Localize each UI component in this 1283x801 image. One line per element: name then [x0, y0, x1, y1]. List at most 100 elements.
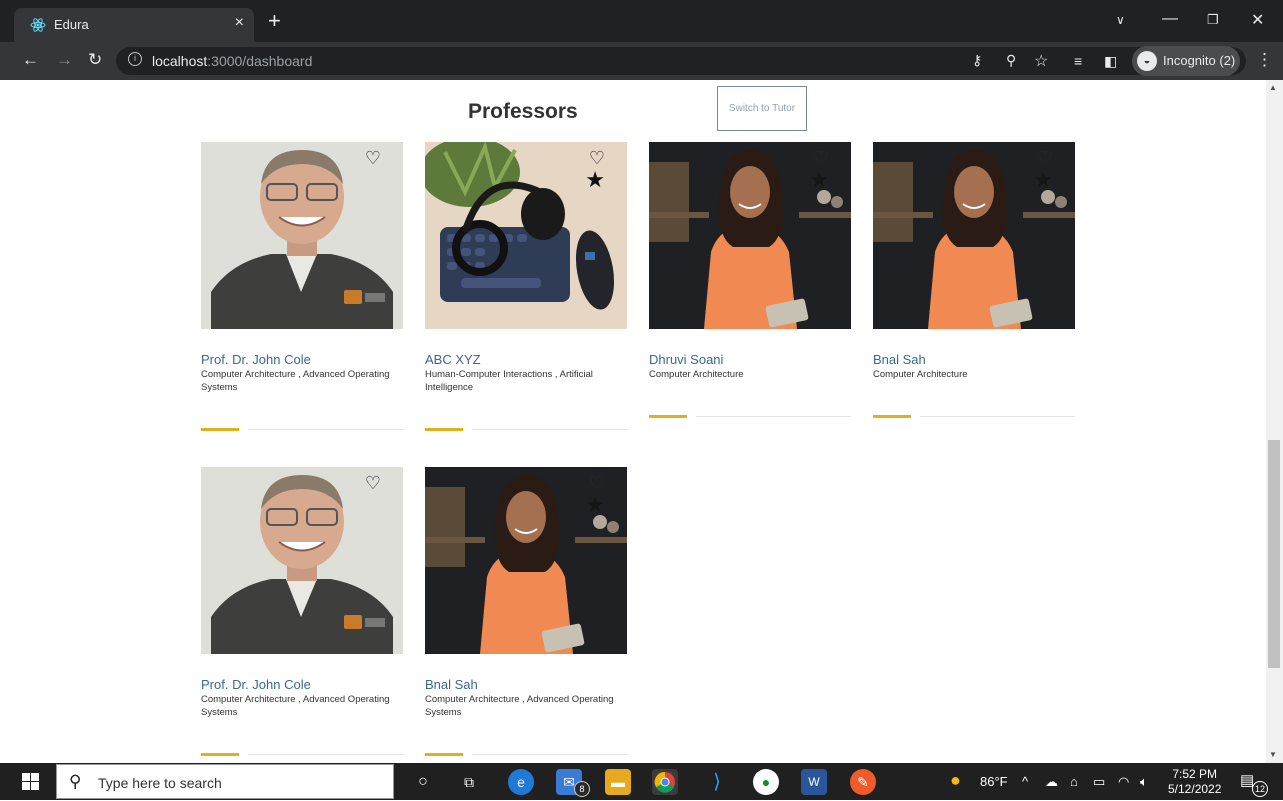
- card-divider-accent: [201, 428, 239, 431]
- mongodb-compass-icon[interactable]: ●: [753, 769, 779, 795]
- professor-card[interactable]: ♡ ★ Bnal Sah Computer Architecture: [873, 142, 1075, 422]
- clock-time: 7:52 PM: [1172, 767, 1218, 781]
- favorite-heart-icon[interactable]: ♡: [365, 473, 381, 494]
- taskbar-search-box[interactable]: ⚲ Type here to search: [56, 764, 394, 799]
- professor-areas: Computer Architecture , Advanced Operati…: [201, 694, 390, 718]
- cortana-icon[interactable]: ○: [410, 769, 436, 795]
- professor-name[interactable]: Prof. Dr. John Cole: [201, 352, 311, 367]
- card-divider-line: [472, 754, 627, 755]
- side-panel-icon[interactable]: ◧: [1104, 53, 1117, 70]
- professor-photo[interactable]: ♡ ★: [425, 142, 627, 329]
- card-divider-line: [248, 754, 403, 755]
- starred-icon[interactable]: ★: [585, 167, 605, 193]
- professor-areas: Computer Architecture: [873, 369, 968, 380]
- file-explorer-icon[interactable]: ▬: [605, 769, 631, 795]
- chrome-icon[interactable]: [652, 769, 678, 795]
- professor-name[interactable]: Bnal Sah: [425, 677, 478, 692]
- starred-icon[interactable]: ★: [809, 167, 829, 193]
- starred-icon[interactable]: ★: [1033, 167, 1053, 193]
- bookmark-star-icon[interactable]: ☆: [1034, 51, 1048, 71]
- onedrive-icon[interactable]: ☁: [1045, 774, 1058, 790]
- tab-search-chevron-icon[interactable]: ∨: [1116, 13, 1125, 27]
- incognito-badge[interactable]: ◒ Incognito (2): [1132, 46, 1240, 76]
- windows-taskbar: ⚲ Type here to search ○ ⧉ e ✉ 8 ▬ ⟩ ● W …: [0, 763, 1283, 800]
- restore-icon[interactable]: ❐: [1207, 12, 1219, 28]
- reading-list-icon[interactable]: ≡: [1074, 53, 1082, 69]
- browser-tab[interactable]: Edura ×: [14, 8, 254, 42]
- forward-arrow-icon[interactable]: →: [56, 50, 73, 70]
- key-icon[interactable]: ⚷: [972, 52, 982, 69]
- card-divider-accent: [873, 415, 911, 418]
- windows-start-icon[interactable]: [22, 773, 39, 790]
- professor-card[interactable]: ♡ ★ Dhruvi Soani Computer Architecture: [649, 142, 851, 422]
- browser-menu-icon[interactable]: ⋮: [1256, 50, 1273, 70]
- search-placeholder: Type here to search: [98, 775, 222, 791]
- weather-temperature[interactable]: 86°F: [980, 774, 1008, 789]
- reload-icon[interactable]: ↻: [88, 50, 102, 70]
- mail-badge: 8: [574, 781, 590, 797]
- professor-card[interactable]: ♡ Prof. Dr. John Cole Computer Architect…: [201, 467, 403, 763]
- browser-toolbar: ← → ↻ i localhost:3000/dashboard ⚷ ⚲ ☆ ≡…: [0, 42, 1283, 80]
- url-text[interactable]: localhost:3000/dashboard: [152, 53, 312, 69]
- professor-card[interactable]: ♡ Prof. Dr. John Cole Computer Architect…: [201, 142, 403, 442]
- scroll-down-arrow-icon[interactable]: ▼: [1269, 750, 1277, 759]
- minimize-icon[interactable]: —: [1162, 10, 1178, 28]
- task-view-icon[interactable]: ⧉: [456, 769, 482, 795]
- professor-photo[interactable]: ♡ ★: [425, 467, 627, 654]
- professor-areas: Computer Architecture: [649, 369, 744, 380]
- starred-icon[interactable]: ★: [585, 492, 605, 518]
- edge-browser-icon[interactable]: e: [508, 769, 534, 795]
- browser-tab-bar: Edura × + ∨ — ❐ ✕: [0, 0, 1283, 42]
- professor-name[interactable]: Bnal Sah: [873, 352, 926, 367]
- tab-close-icon[interactable]: ×: [235, 14, 244, 32]
- favorite-heart-icon[interactable]: ♡: [365, 148, 381, 169]
- professor-name[interactable]: Dhruvi Soani: [649, 352, 723, 367]
- usb-icon[interactable]: ⌂: [1070, 774, 1078, 789]
- professor-card[interactable]: ♡ ★ Bnal Sah Computer Architecture , Adv…: [425, 467, 627, 763]
- zoom-icon[interactable]: ⚲: [1006, 52, 1016, 69]
- professor-photo[interactable]: ♡: [201, 142, 403, 329]
- vscode-icon[interactable]: ⟩: [704, 769, 730, 795]
- favorite-heart-icon[interactable]: ♡: [813, 148, 829, 169]
- older-man-portrait: [201, 142, 403, 329]
- card-divider-line: [472, 429, 627, 430]
- window-close-icon[interactable]: ✕: [1251, 10, 1264, 30]
- new-tab-button[interactable]: +: [268, 10, 281, 32]
- weather-sun-icon[interactable]: ●: [950, 770, 961, 791]
- site-info-icon[interactable]: i: [128, 52, 142, 66]
- postman-icon[interactable]: ✎: [850, 769, 876, 795]
- tab-title: Edura: [54, 17, 89, 32]
- word-icon[interactable]: W: [801, 769, 827, 795]
- professor-areas: Computer Architecture , Advanced Operati…: [425, 694, 614, 718]
- incognito-label: Incognito (2): [1163, 53, 1236, 68]
- favorite-heart-icon[interactable]: ♡: [1037, 148, 1053, 169]
- older-man-portrait: [201, 467, 403, 654]
- incognito-icon: ◒: [1137, 51, 1157, 71]
- clock-date: 5/12/2022: [1168, 782, 1222, 796]
- favorite-heart-icon[interactable]: ♡: [589, 473, 605, 494]
- card-divider-accent: [425, 428, 463, 431]
- switch-to-tutor-button[interactable]: Switch to Tutor: [717, 86, 807, 131]
- battery-icon[interactable]: ▭: [1093, 774, 1105, 790]
- volume-icon[interactable]: 🔈︎: [1140, 774, 1148, 790]
- react-logo-icon: [30, 18, 46, 32]
- card-divider-line: [920, 416, 1075, 417]
- card-divider-accent: [649, 415, 687, 418]
- system-clock[interactable]: 7:52 PM 5/12/2022: [1168, 767, 1221, 797]
- card-divider-line: [696, 416, 851, 417]
- professor-name[interactable]: ABC XYZ: [425, 352, 481, 367]
- tray-chevron-icon[interactable]: ^: [1022, 774, 1028, 789]
- card-divider-accent: [425, 753, 463, 756]
- scroll-up-arrow-icon[interactable]: ▲: [1269, 83, 1277, 92]
- back-arrow-icon[interactable]: ←: [22, 50, 39, 70]
- favorite-heart-icon[interactable]: ♡: [589, 148, 605, 169]
- professor-photo[interactable]: ♡ ★: [649, 142, 851, 329]
- scrollbar-thumb[interactable]: [1268, 440, 1280, 668]
- page-title: Professors: [468, 100, 578, 123]
- professor-card[interactable]: ♡ ★ ABC XYZ Human-Computer Interactions …: [425, 142, 627, 442]
- card-divider-accent: [201, 753, 239, 756]
- professor-photo[interactable]: ♡ ★: [873, 142, 1075, 329]
- professor-name[interactable]: Prof. Dr. John Cole: [201, 677, 311, 692]
- professor-photo[interactable]: ♡: [201, 467, 403, 654]
- wifi-icon[interactable]: ◠: [1118, 774, 1129, 790]
